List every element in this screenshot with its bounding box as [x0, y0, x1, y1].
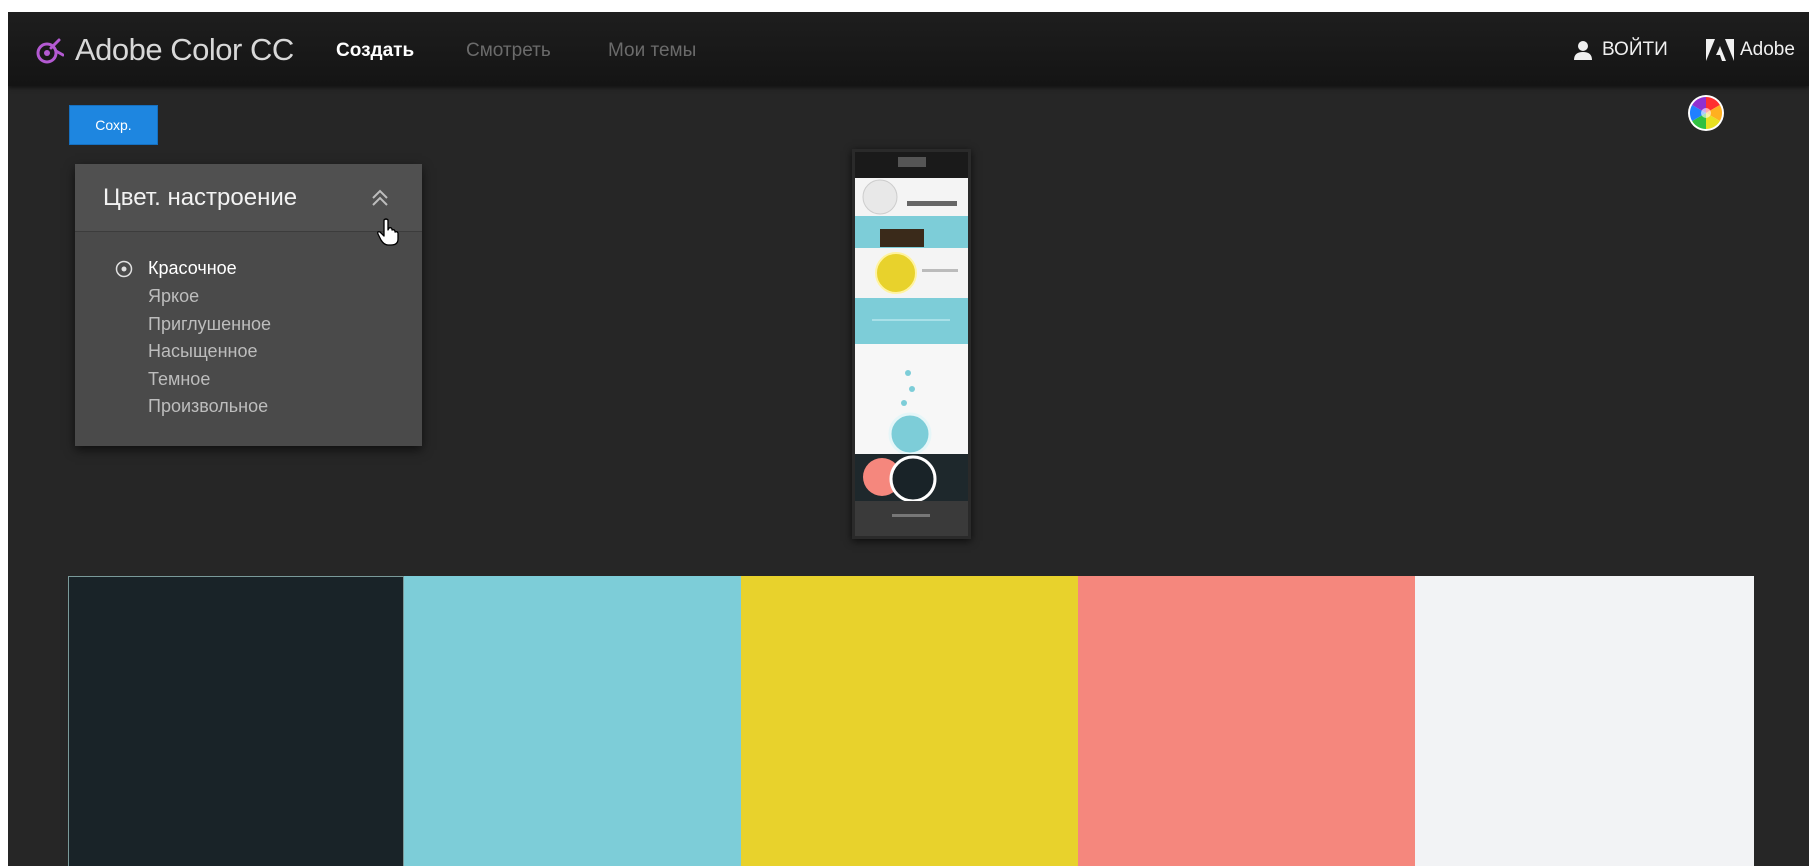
swatch-4[interactable]	[1078, 576, 1415, 866]
source-image-preview[interactable]	[852, 149, 971, 539]
adobe-link[interactable]: Adobe	[1706, 36, 1795, 64]
save-button[interactable]: Сохр.	[69, 105, 158, 145]
mood-option-dark[interactable]: Темное	[148, 369, 210, 390]
swatch-1[interactable]	[68, 576, 404, 866]
color-wheel-icon[interactable]	[1687, 94, 1725, 132]
app-title[interactable]: Adobe Color CC	[75, 32, 294, 68]
hand-pointer-icon	[377, 218, 399, 246]
mood-option-muted[interactable]: Приглушенное	[148, 314, 271, 335]
user-icon	[1574, 41, 1592, 60]
adobe-label: Adobe	[1740, 39, 1795, 60]
app-window: Adobe Color CC Создать Смотреть Мои темы…	[8, 12, 1809, 866]
color-mood-header[interactable]: Цвет. настроение	[75, 164, 422, 232]
mood-option-deep[interactable]: Насыщенное	[148, 341, 257, 362]
top-nav-bar: Adobe Color CC Создать Смотреть Мои темы…	[8, 12, 1809, 86]
swatch-2[interactable]	[404, 576, 741, 866]
radio-selected-icon	[115, 260, 133, 278]
mood-option-colorful[interactable]: Красочное	[148, 258, 237, 279]
nav-my-themes[interactable]: Мои темы	[608, 40, 696, 62]
mood-option-bright[interactable]: Яркое	[148, 286, 199, 307]
swatch-3[interactable]	[741, 576, 1078, 866]
nav-browse[interactable]: Смотреть	[466, 40, 551, 62]
adobe-logo-icon	[1706, 39, 1734, 61]
color-mood-title: Цвет. настроение	[103, 184, 298, 211]
login-label: ВОЙТИ	[1602, 39, 1668, 60]
double-chevron-up-icon[interactable]	[369, 187, 391, 209]
login-button[interactable]: ВОЙТИ	[1572, 36, 1668, 64]
adobe-color-logo-icon[interactable]	[34, 37, 64, 67]
theme-swatches	[68, 576, 1754, 866]
color-mood-panel: Цвет. настроение Красочное Яркое Приглуш…	[75, 164, 422, 446]
nav-create[interactable]: Создать	[336, 40, 414, 62]
mood-option-custom[interactable]: Произвольное	[148, 396, 268, 417]
swatch-5[interactable]	[1415, 576, 1754, 866]
